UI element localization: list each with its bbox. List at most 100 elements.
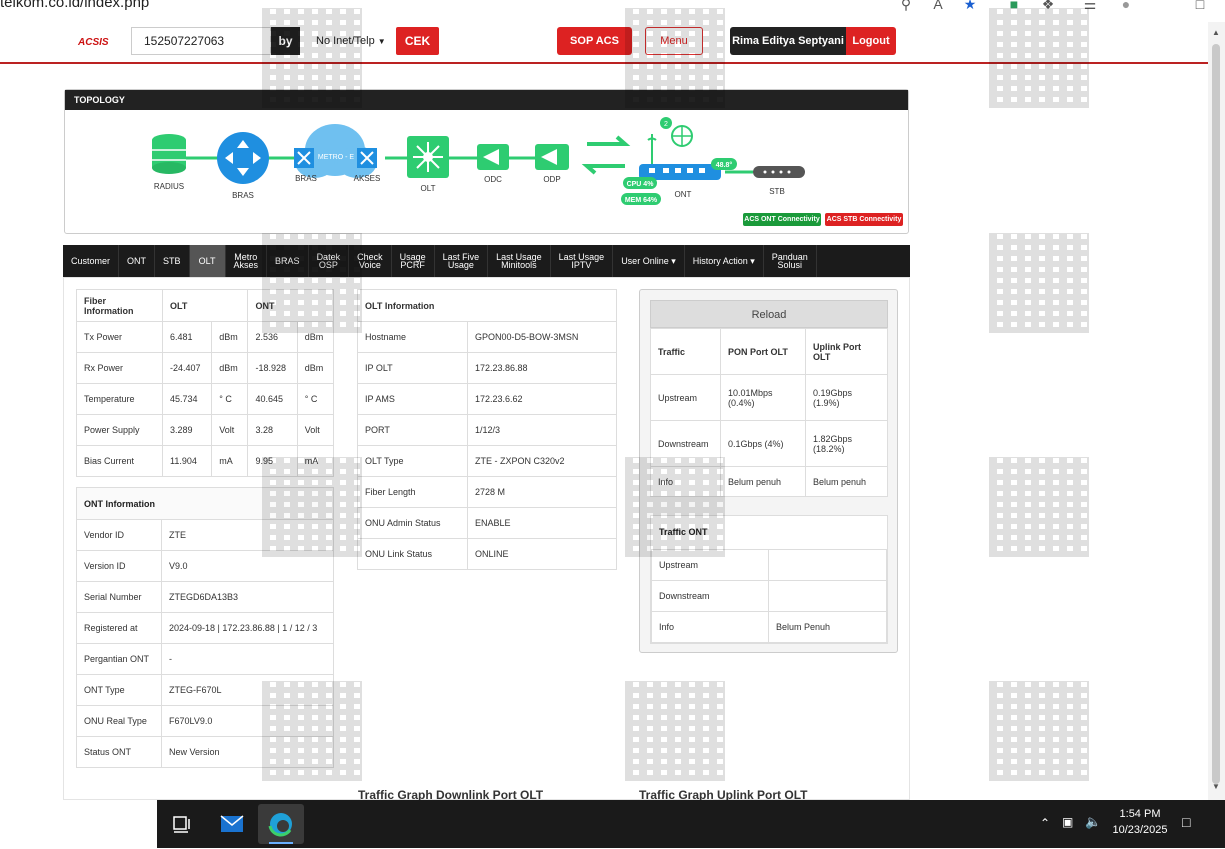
tab-label-line2: IPTV: [571, 260, 592, 270]
tab-history-action[interactable]: History Action ▾: [685, 245, 764, 277]
table-row: Hostname GPON00-D5-BOW-3MSN: [357, 321, 617, 353]
tab-bar: Customer ONT STB OLT Metro Akses BRAS Dat…: [63, 245, 910, 277]
profile-avatar-icon[interactable]: ●: [1118, 0, 1134, 12]
clock-date: 10/23/2025: [1112, 824, 1168, 836]
node-label-olt: OLT: [420, 184, 436, 193]
address-bar-url[interactable]: telkom.co.id/index.php: [0, 0, 149, 11]
olt-switch-icon[interactable]: [407, 136, 449, 178]
tab-panduan-solusi[interactable]: Panduan Solusi: [764, 245, 817, 277]
table-row: OLT Type ZTE - ZXPON C320v2: [357, 445, 617, 477]
logout-button[interactable]: Logout: [846, 27, 896, 55]
table-cell: -: [161, 643, 334, 675]
scrollbar-thumb[interactable]: [1212, 44, 1220, 784]
radius-icon[interactable]: [152, 134, 186, 174]
tab-last-usage-iptv[interactable]: Last Usage IPTV: [551, 245, 614, 277]
table-row: Registered at 2024-09-18 | 172.23.86.88 |…: [76, 612, 334, 644]
volume-icon[interactable]: 🔈: [1085, 814, 1101, 830]
olt-information-table: OLT Information Hostname GPON00-D5-BOW-3M…: [357, 289, 617, 570]
read-aloud-icon[interactable]: A: [930, 0, 946, 12]
tab-customer[interactable]: Customer: [63, 245, 120, 277]
share-icon[interactable]: □: [1192, 0, 1208, 12]
tab-olt[interactable]: OLT: [189, 245, 226, 277]
notification-icon[interactable]: □: [1182, 814, 1190, 830]
table-cell: dBm: [211, 352, 249, 384]
network-icon[interactable]: ▣: [1062, 815, 1073, 829]
node-label-odc: ODC: [484, 175, 502, 184]
metro-e-cloud-icon[interactable]: [294, 124, 377, 178]
table-cell: 40.645: [247, 383, 298, 415]
table-cell: Pergantian ONT: [76, 643, 162, 675]
tab-label: User Online ▾: [621, 256, 676, 266]
table-cell: 3.28: [247, 414, 298, 446]
table-cell: 0.1Gbps (4%): [720, 420, 806, 467]
table-cell: 45.734: [161, 383, 213, 415]
node-label-bras: BRAS: [232, 191, 254, 200]
table-cell: ° C: [296, 383, 335, 415]
watermark-qr: [625, 681, 725, 781]
table-cell: Version ID: [76, 550, 162, 582]
odc-splitter-icon[interactable]: [477, 144, 509, 170]
watermark-qr: [625, 457, 725, 557]
table-cell: Belum penuh: [720, 466, 806, 497]
table-row: Downstream: [651, 580, 887, 612]
wifi-clients-count: 2: [664, 121, 668, 128]
clock-time: 1:54 PM: [1119, 808, 1161, 820]
favorite-star-icon[interactable]: ★: [962, 0, 978, 12]
scroll-down-icon[interactable]: ▼: [1212, 782, 1220, 791]
tray-chevron-up-icon[interactable]: ⌃: [1040, 816, 1050, 830]
sop-acs-button[interactable]: SOP ACS: [557, 27, 632, 55]
table-cell: 172.23.6.62: [467, 383, 617, 415]
app-logo[interactable]: ACSIS: [78, 37, 109, 48]
tab-label: History Action ▾: [692, 256, 755, 266]
system-clock[interactable]: 1:54 PM 10/23/2025: [1108, 806, 1172, 838]
edge-browser-icon[interactable]: [258, 804, 304, 844]
table-cell: Bias Current: [76, 445, 163, 477]
tab-ont[interactable]: ONT: [119, 245, 156, 277]
odp-splitter-icon[interactable]: [535, 144, 569, 170]
table-header-row: OLT Information: [357, 289, 617, 322]
table-cell: dBm: [296, 352, 335, 384]
sync-arrows-icon: [581, 135, 631, 175]
reload-button[interactable]: Reload: [650, 300, 888, 328]
tab-stb[interactable]: STB: [155, 245, 190, 277]
table-row: PORT 1/12/3: [357, 414, 617, 446]
table-cell: ONU Admin Status: [357, 507, 468, 539]
search-input[interactable]: 152507227063: [131, 27, 271, 55]
task-view-icon[interactable]: [166, 808, 198, 840]
table-row: IP OLT 172.23.86.88: [357, 352, 617, 384]
cek-button[interactable]: CEK: [396, 27, 439, 55]
scroll-up-icon[interactable]: ▲: [1212, 28, 1220, 37]
table-cell: ENABLE: [467, 507, 617, 539]
ont-modem-icon[interactable]: [639, 125, 721, 180]
stb-icon[interactable]: [753, 166, 805, 178]
legend-acs-stb[interactable]: ACS STB Connectivity: [825, 213, 903, 226]
search-icon[interactable]: ⚲: [898, 0, 914, 12]
table-cell: Fiber Length: [357, 476, 468, 508]
tab-usage-pcrf[interactable]: Usage PCRF: [392, 245, 435, 277]
watermark-qr: [989, 8, 1089, 108]
table-header: OLT Information: [357, 289, 617, 322]
mail-icon[interactable]: [216, 808, 248, 840]
table-header: Fiber Information: [76, 289, 163, 322]
watermark-qr: [989, 681, 1089, 781]
table-cell: Serial Number: [76, 581, 162, 613]
ont-temperature: 48.8°: [716, 161, 733, 169]
topology-title: TOPOLOGY: [65, 90, 908, 110]
mem-usage: MEM 64%: [625, 197, 658, 204]
tab-last-usage-minitools[interactable]: Last Usage Minitools: [488, 245, 551, 277]
table-cell: 2024-09-18 | 172.23.86.88 | 1 / 12 / 3: [161, 612, 334, 644]
bras-router-icon[interactable]: [217, 132, 269, 184]
page-scrollbar[interactable]: ▲ ▼: [1208, 22, 1225, 800]
table-cell: ZTE - ZXPON C320v2: [467, 445, 617, 477]
table-cell: Temperature: [76, 383, 163, 415]
table-cell: IP OLT: [357, 352, 468, 384]
tab-label: ONT: [127, 256, 147, 266]
tab-user-online[interactable]: User Online ▾: [613, 245, 685, 277]
node-label-stb: STB: [769, 187, 785, 196]
table-cell: [768, 549, 887, 581]
table-cell: OLT Type: [357, 445, 468, 477]
tab-last-five-usage[interactable]: Last Five Usage: [435, 245, 489, 277]
legend-acs-ont[interactable]: ACS ONT Connectivity: [743, 213, 821, 226]
node-label-akses: AKSES: [353, 174, 381, 183]
tab-metro-akses[interactable]: Metro Akses: [226, 245, 268, 277]
